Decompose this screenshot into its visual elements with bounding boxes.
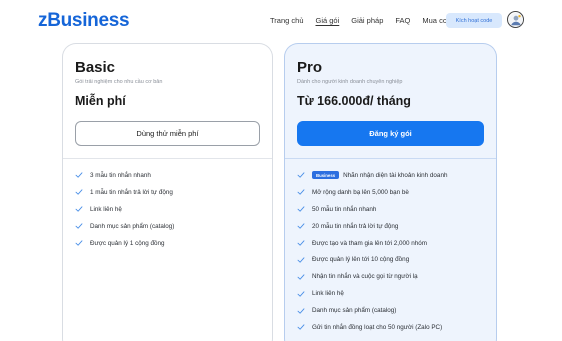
feature-item: Danh mục sản phẩm (catalog) xyxy=(297,302,484,319)
register-plan-button[interactable]: Đăng ký gói xyxy=(297,121,484,146)
check-icon xyxy=(297,239,305,247)
nav-faq[interactable]: FAQ xyxy=(395,16,410,25)
main-nav: Trang chủ Giá gói Giải pháp FAQ Mua code xyxy=(270,16,467,25)
brand-logo[interactable]: zBusiness xyxy=(38,10,130,32)
feature-item: Nhận tin nhắn và cuộc gọi từ người lạ xyxy=(297,268,484,285)
plan-price: Từ 166.000đ/ tháng xyxy=(297,94,411,108)
plan-subtitle: Dành cho người kinh doanh chuyên nghiệp xyxy=(297,79,403,85)
plan-title: Pro xyxy=(297,59,323,76)
basic-plan-card: Basic Gói trải nghiệm cho nhu cầu cơ bản… xyxy=(62,43,273,341)
divider xyxy=(63,158,272,159)
feature-label: Được quản lý 1 cộng đồng xyxy=(90,239,165,247)
feature-item: 3 mẫu tin nhắn nhanh xyxy=(75,167,260,184)
divider xyxy=(285,158,496,159)
feature-item: 50 mẫu tin nhắn nhanh xyxy=(297,201,484,218)
feature-label: Nhận tin nhắn và cuộc gọi từ người lạ xyxy=(312,273,418,281)
check-icon xyxy=(297,307,305,315)
check-icon xyxy=(75,171,83,179)
nav-home[interactable]: Trang chủ xyxy=(270,16,304,25)
check-icon xyxy=(75,205,83,213)
nav-solutions[interactable]: Giải pháp xyxy=(351,16,383,25)
feature-label: 50 mẫu tin nhắn nhanh xyxy=(312,205,377,213)
check-icon xyxy=(297,273,305,281)
feature-item: 1 mẫu tin nhắn trả lời tự động xyxy=(75,184,260,201)
feature-item: Được quản lý 1 cộng đồng xyxy=(75,235,260,252)
feature-label: Danh mục sản phẩm (catalog) xyxy=(90,222,175,230)
check-icon xyxy=(297,171,305,179)
feature-label: Mở rộng danh bạ lên 5,000 bạn bè xyxy=(312,188,409,196)
feature-label: 3 mẫu tin nhắn nhanh xyxy=(90,171,151,179)
feature-item: Được tạo và tham gia lên tới 2,000 nhóm xyxy=(297,235,484,252)
check-icon xyxy=(297,205,305,213)
feature-label: 1 mẫu tin nhắn trả lời tự động xyxy=(90,188,173,196)
feature-item: Mở rộng danh bạ lên 5,000 bạn bè xyxy=(297,184,484,201)
feature-label: 20 mẫu tin nhắn trả lời tự động xyxy=(312,222,399,230)
feature-item: Danh mục sản phẩm (catalog) xyxy=(75,218,260,235)
activate-code-button[interactable]: Kích hoạt code xyxy=(446,13,502,28)
feature-item: 20 mẫu tin nhắn trả lời tự động xyxy=(297,218,484,235)
check-icon xyxy=(297,323,305,331)
check-icon xyxy=(297,290,305,298)
feature-label: Link liên hệ xyxy=(312,290,344,298)
plan-price: Miễn phí xyxy=(75,94,126,108)
check-icon xyxy=(75,188,83,196)
user-avatar-icon[interactable] xyxy=(507,11,524,28)
feature-list: 3 mẫu tin nhắn nhanh 1 mẫu tin nhắn trả l… xyxy=(75,167,260,251)
feature-list: Business Nhãn nhận diện tài khoản kinh do… xyxy=(297,167,484,336)
plan-title: Basic xyxy=(75,59,116,76)
feature-label: Được tạo và tham gia lên tới 2,000 nhóm xyxy=(312,239,428,247)
feature-label: Danh mục sản phẩm (catalog) xyxy=(312,307,397,315)
plan-subtitle: Gói trải nghiệm cho nhu cầu cơ bản xyxy=(75,79,163,85)
pro-plan-card: Pro Dành cho người kinh doanh chuyên ngh… xyxy=(284,43,497,341)
feature-label: Được quản lý lên tới 10 cộng đồng xyxy=(312,256,410,264)
check-icon xyxy=(297,256,305,264)
top-bar: zBusiness Trang chủ Giá gói Giải pháp FA… xyxy=(0,0,562,42)
feature-item: Business Nhãn nhận diện tài khoản kinh do… xyxy=(297,167,484,184)
business-badge: Business xyxy=(312,171,340,180)
feature-label: Nhãn nhận diện tài khoản kinh doanh xyxy=(343,171,448,179)
feature-label: Gửi tin nhắn đồng loạt cho 50 người (Zal… xyxy=(312,323,443,331)
feature-item: Được quản lý lên tới 10 cộng đồng xyxy=(297,251,484,268)
nav-pricing[interactable]: Giá gói xyxy=(316,16,340,25)
feature-item: Gửi tin nhắn đồng loạt cho 50 người (Zal… xyxy=(297,319,484,336)
feature-item: Link liên hệ xyxy=(297,285,484,302)
check-icon xyxy=(297,222,305,230)
check-icon xyxy=(75,239,83,247)
check-icon xyxy=(297,188,305,196)
feature-item: Link liên hệ xyxy=(75,201,260,218)
check-icon xyxy=(75,222,83,230)
feature-label: Link liên hệ xyxy=(90,205,122,213)
try-free-button[interactable]: Dùng thử miễn phí xyxy=(75,121,260,146)
